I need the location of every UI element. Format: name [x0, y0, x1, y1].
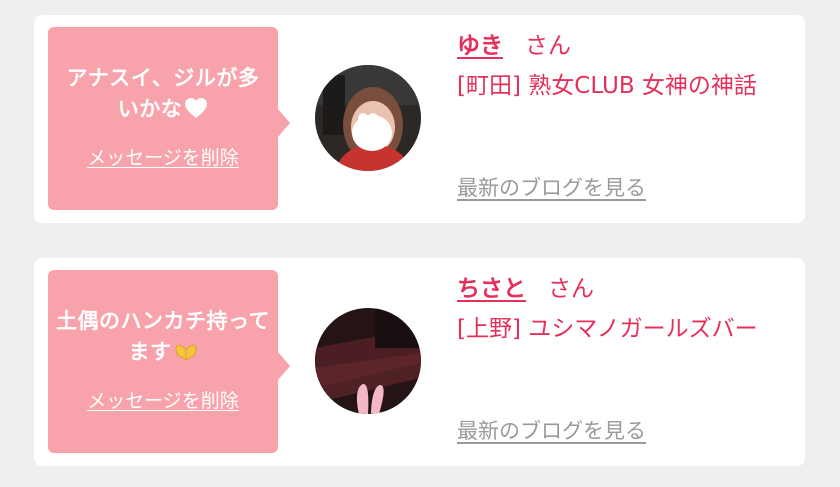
shop-name: [上野] ユシマノガールズバー: [457, 316, 758, 342]
message-card: 土偶のハンカチ持ってます メッセージを削除 ちさと さん [上野] ユシマノガール…: [34, 258, 805, 466]
delete-message-link[interactable]: メッセージを削除: [87, 143, 239, 170]
latest-blog-link[interactable]: 最新のブログを見る: [457, 415, 646, 445]
latest-blog-link[interactable]: 最新のブログを見る: [457, 172, 646, 202]
message-card: アナスイ、ジルが多いかな メッセージを削除 ゆき さん [町田] 熟女CLUB 女…: [34, 15, 805, 223]
honorific: さん: [548, 276, 594, 302]
sender-name-link[interactable]: ちさと: [457, 276, 526, 302]
shop-name: [町田] 熟女CLUB 女神の神話: [457, 73, 757, 99]
honorific: さん: [525, 33, 571, 59]
delete-message-link[interactable]: メッセージを削除: [87, 386, 239, 413]
message-bubble: 土偶のハンカチ持ってます メッセージを削除: [48, 270, 290, 453]
sender-name-link[interactable]: ゆき: [457, 33, 503, 59]
message-text: アナスイ、ジルが多いかな: [66, 66, 260, 121]
message-text: 土偶のハンカチ持ってます: [56, 309, 270, 364]
avatar[interactable]: [315, 308, 421, 414]
message-bubble: アナスイ、ジルが多いかな メッセージを削除: [48, 27, 290, 210]
avatar-photo: [315, 308, 421, 414]
heart-emoji-icon: [185, 98, 208, 118]
avatar-photo: [315, 65, 421, 171]
avatar[interactable]: [315, 65, 421, 171]
heart-hands-emoji-icon: [175, 344, 196, 361]
